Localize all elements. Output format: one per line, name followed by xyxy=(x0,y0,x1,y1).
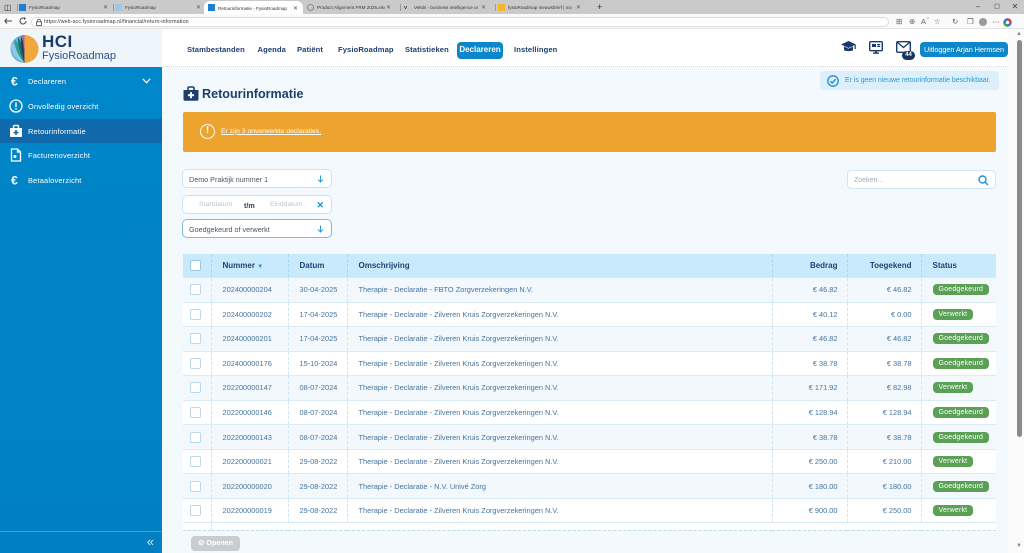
svg-text:€: € xyxy=(11,173,18,187)
svg-text:€: € xyxy=(11,75,18,89)
